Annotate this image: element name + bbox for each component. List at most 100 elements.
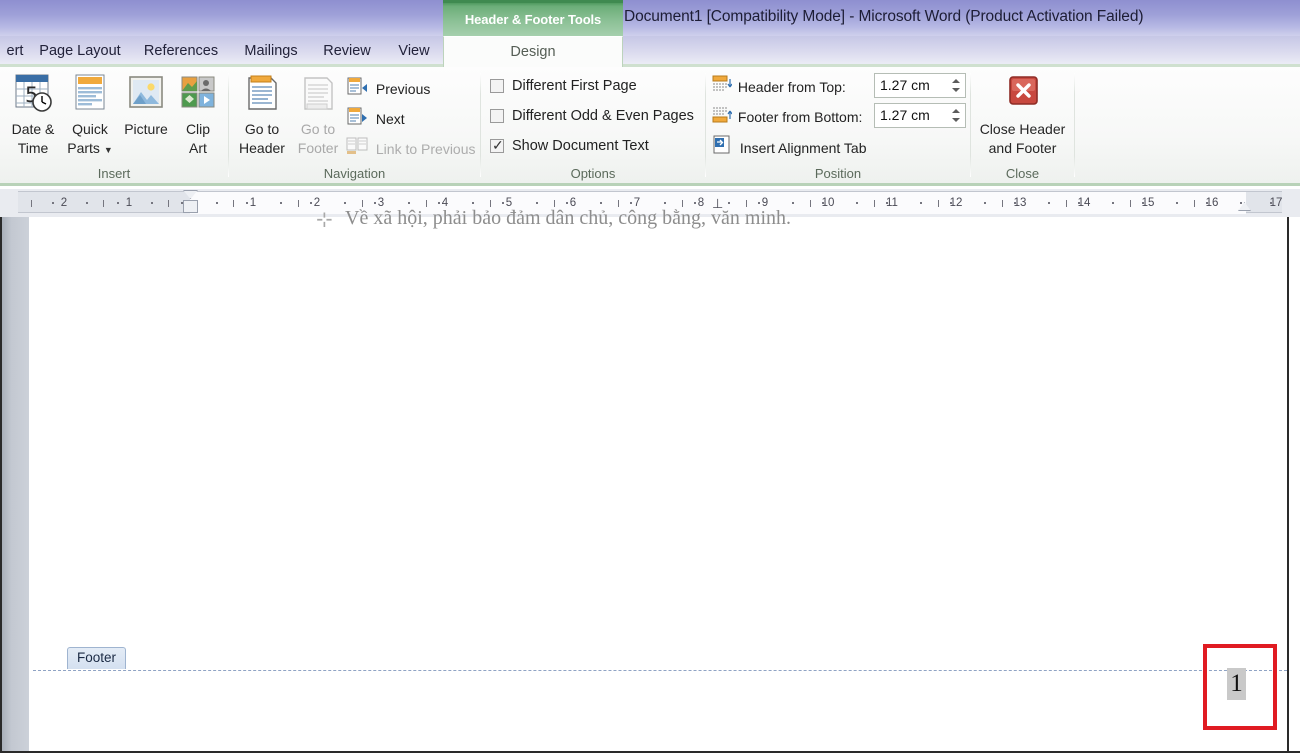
different-odd-even-pages-label: Different Odd & Even Pages bbox=[512, 108, 694, 124]
group-separator-5 bbox=[1074, 73, 1075, 177]
insert-alignment-tab-button[interactable]: Insert Alignment Tab bbox=[712, 135, 867, 158]
ribbon-group-close: Close Header and Footer Close bbox=[971, 67, 1074, 183]
header-from-top-row: Header from Top: bbox=[712, 75, 846, 98]
link-to-previous-label: Link to Previous bbox=[375, 141, 476, 157]
header-from-top-value[interactable]: 1.27 cm bbox=[880, 74, 930, 97]
previous-section-button[interactable]: Previous bbox=[346, 76, 430, 99]
group-label-close: Close bbox=[1005, 166, 1040, 181]
window-title: Document1 [Compatibility Mode] - Microso… bbox=[624, 8, 1144, 25]
ruler-label-left-2: 2 bbox=[60, 197, 68, 209]
picture-icon bbox=[118, 73, 174, 120]
document-body-text[interactable]: Về xã hội, phải bảo đảm dân chủ, công bằ… bbox=[345, 207, 791, 230]
page-number-field[interactable]: 1 bbox=[1227, 668, 1246, 700]
tab-review[interactable]: Review bbox=[313, 36, 381, 67]
ruler-label-15: 15 bbox=[1141, 197, 1155, 209]
paragraph-mark-icon: ⊹ bbox=[316, 209, 333, 231]
ruler-label-left-1: 1 bbox=[125, 197, 133, 209]
group-label-navigation: Navigation bbox=[323, 166, 386, 181]
close-header-and-footer-button[interactable]: Close Header and Footer bbox=[971, 73, 1074, 158]
tab-insert[interactable]: ert bbox=[0, 36, 30, 67]
clip-art-button[interactable]: Clip Art bbox=[174, 73, 222, 158]
ruler-label-13: 13 bbox=[1013, 197, 1027, 209]
link-to-previous-icon bbox=[346, 136, 368, 163]
link-to-previous-button[interactable]: Link to Previous bbox=[346, 136, 476, 159]
clip-art-icon bbox=[174, 73, 222, 120]
spin-down-icon[interactable] bbox=[952, 118, 960, 122]
ruler-label-10: 10 bbox=[821, 197, 835, 209]
show-document-text-checkbox[interactable] bbox=[490, 136, 504, 154]
go-to-footer-button[interactable]: Go to Footer bbox=[290, 73, 346, 158]
footer-from-bottom-spin-arrows[interactable] bbox=[949, 104, 963, 127]
group-label-insert: Insert bbox=[97, 166, 131, 181]
page-bottom-border bbox=[0, 751, 1300, 753]
document-area[interactable]: ⊹ Về xã hội, phải bảo đảm dân chủ, công … bbox=[0, 207, 1300, 756]
date-time-label-2: Time bbox=[17, 140, 49, 156]
date-time-icon: 5 bbox=[4, 73, 62, 120]
header-from-top-icon bbox=[712, 75, 733, 100]
quick-parts-icon bbox=[62, 73, 118, 120]
ribbon-group-options: Different First Page Different Odd & Eve… bbox=[481, 67, 705, 183]
different-first-page-label: Different First Page bbox=[512, 78, 637, 94]
header-from-top-spinner[interactable]: 1.27 cm bbox=[874, 73, 966, 98]
spin-up-icon[interactable] bbox=[952, 79, 960, 83]
tab-page-layout[interactable]: Page Layout bbox=[33, 36, 127, 67]
ruler-label-12: 12 bbox=[949, 197, 963, 209]
ruler-label-1: 1 bbox=[249, 197, 257, 209]
footer-from-bottom-row: Footer from Bottom: bbox=[712, 105, 862, 128]
insert-alignment-tab-label: Insert Alignment Tab bbox=[739, 139, 867, 156]
go-to-footer-label-1: Go to bbox=[300, 121, 336, 137]
chevron-down-icon[interactable]: ▼ bbox=[104, 145, 113, 155]
close-header-footer-label-1: Close Header bbox=[979, 121, 1066, 137]
document-page[interactable]: ⊹ Về xã hội, phải bảo đảm dân chủ, công … bbox=[29, 207, 1289, 751]
picture-button[interactable]: Picture bbox=[118, 73, 174, 139]
close-header-footer-icon bbox=[971, 73, 1074, 120]
previous-section-icon bbox=[346, 76, 368, 103]
footer-from-bottom-spinner[interactable]: 1.27 cm bbox=[874, 103, 966, 128]
tab-mailings[interactable]: Mailings bbox=[231, 36, 311, 67]
tab-design[interactable]: Design bbox=[443, 36, 623, 68]
previous-section-label: Previous bbox=[375, 81, 431, 97]
next-section-button[interactable]: Next bbox=[346, 106, 405, 129]
date-time-label-1: Date & bbox=[11, 121, 55, 137]
footer-section-tag: Footer bbox=[67, 647, 127, 669]
tab-references[interactable]: References bbox=[133, 36, 229, 67]
ribbon-group-insert: 5 Date & Time Quick Parts ▼ Picture Clip… bbox=[0, 67, 228, 183]
go-to-footer-label-2: Footer bbox=[297, 140, 339, 156]
quick-parts-button[interactable]: Quick Parts ▼ bbox=[62, 73, 118, 160]
go-to-footer-icon bbox=[290, 73, 346, 120]
go-to-header-label-1: Go to bbox=[244, 121, 280, 137]
go-to-header-icon bbox=[234, 73, 290, 120]
ruler-label-17: 17 bbox=[1269, 197, 1283, 209]
different-first-page-checkbox[interactable] bbox=[490, 79, 504, 93]
left-indent-marker[interactable] bbox=[183, 200, 198, 213]
different-odd-even-pages-checkbox[interactable] bbox=[490, 109, 504, 123]
next-section-icon bbox=[346, 106, 368, 133]
page-left-gutter bbox=[0, 217, 29, 751]
go-to-header-label-2: Header bbox=[239, 140, 285, 156]
footer-from-bottom-value[interactable]: 1.27 cm bbox=[880, 104, 930, 127]
ribbon: 5 Date & Time Quick Parts ▼ Picture Clip… bbox=[0, 67, 1300, 186]
spin-down-icon[interactable] bbox=[952, 88, 960, 92]
picture-label-1: Picture bbox=[124, 121, 168, 137]
footer-from-bottom-label: Footer from Bottom: bbox=[737, 109, 863, 125]
group-label-options: Options bbox=[570, 166, 616, 181]
group-label-position: Position bbox=[814, 166, 862, 181]
quick-parts-label-2: Parts ▼ bbox=[62, 139, 118, 160]
footer-from-bottom-icon bbox=[712, 105, 733, 130]
header-from-top-label: Header from Top: bbox=[737, 79, 846, 95]
ruler-label-14: 14 bbox=[1077, 197, 1091, 209]
ruler-label-16: 16 bbox=[1205, 197, 1219, 209]
ribbon-group-position: Header from Top: 1.27 cm Footer from Bot… bbox=[706, 67, 970, 183]
quick-parts-label-2-text: Parts bbox=[67, 140, 100, 156]
tab-view[interactable]: View bbox=[387, 36, 441, 67]
clip-art-label-1: Clip bbox=[185, 121, 211, 137]
next-section-label: Next bbox=[375, 111, 405, 127]
clip-art-label-2: Art bbox=[189, 140, 207, 156]
ruler-label-11: 11 bbox=[886, 197, 898, 209]
date-and-time-button[interactable]: 5 Date & Time bbox=[4, 73, 62, 158]
header-from-top-spin-arrows[interactable] bbox=[949, 74, 963, 97]
spin-up-icon[interactable] bbox=[952, 109, 960, 113]
insert-alignment-tab-icon bbox=[712, 135, 732, 161]
go-to-header-button[interactable]: Go to Header bbox=[234, 73, 290, 158]
show-document-text-label: Show Document Text bbox=[512, 138, 649, 154]
